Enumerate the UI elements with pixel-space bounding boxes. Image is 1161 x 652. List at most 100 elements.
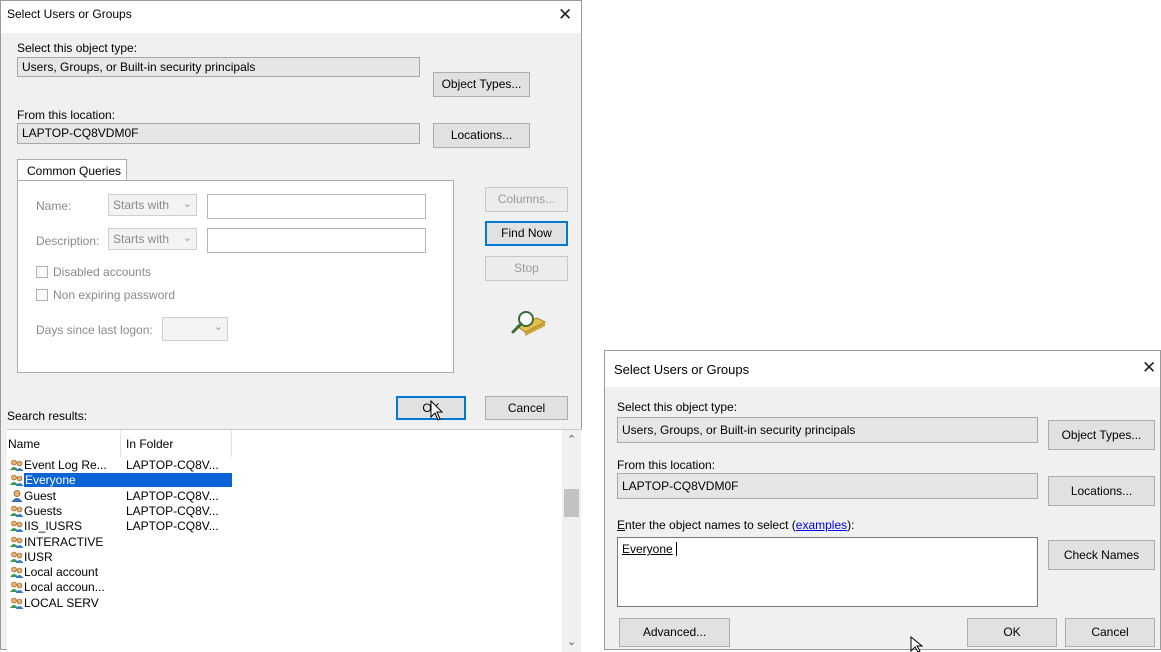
right-dialog-title: Select Users or Groups	[614, 362, 750, 377]
column-header-in-folder[interactable]: In Folder	[126, 437, 173, 451]
row-folder: LAPTOP-CQ8V...	[126, 503, 219, 518]
column-header-name[interactable]: Name	[8, 437, 40, 451]
find-now-button[interactable]: Find Now	[485, 221, 568, 246]
mouse-cursor-icon	[430, 400, 444, 421]
results-rows: Event Log Re... LAPTOP-CQ8V... Everyone Gue…	[7, 458, 563, 652]
tab-common-queries-label: Common Queries	[27, 164, 122, 178]
right-title-bar: Select Users or Groups ✕	[605, 351, 1160, 387]
location-field: LAPTOP-CQ8VDM0F	[17, 123, 420, 144]
cancel-button[interactable]: Cancel	[485, 396, 568, 420]
search-folder-icon	[511, 311, 547, 336]
text-caret	[676, 542, 677, 556]
group-icon	[10, 505, 24, 517]
right-cancel-button[interactable]: Cancel	[1065, 618, 1155, 647]
group-icon	[10, 459, 24, 471]
right-location-field: LAPTOP-CQ8VDM0F	[617, 473, 1038, 499]
tab-common-queries[interactable]: Common Queries	[17, 159, 127, 181]
group-icon	[10, 474, 24, 487]
row-name: Local accoun...	[24, 580, 105, 595]
row-name: INTERACTIVE	[24, 534, 104, 549]
scrollbar-thumb[interactable]	[564, 489, 579, 517]
object-type-label: Select this object type:	[17, 41, 138, 55]
left-title-bar: Select Users or Groups ✕	[1, 1, 581, 33]
object-names-value: Everyone	[622, 542, 673, 556]
close-icon[interactable]: ✕	[1142, 360, 1156, 377]
row-name: Guest	[24, 488, 57, 503]
enter-names-suffix: ):	[847, 518, 855, 532]
right-object-type-field: Users, Groups, or Built-in security prin…	[617, 417, 1038, 443]
left-dialog: Select Users or Groups ✕ Select this obj…	[0, 0, 582, 652]
row-name: Local account	[24, 565, 99, 580]
list-item[interactable]: Local accoun...	[7, 580, 563, 594]
list-item[interactable]: IUSR	[7, 550, 563, 564]
row-name: IIS_IUSRS	[24, 519, 83, 534]
list-item[interactable]: Guests LAPTOP-CQ8V...	[7, 504, 563, 518]
search-results-list[interactable]: Name In Folder Event Log Re... LAPTOP-CQ8…	[7, 429, 582, 652]
list-item[interactable]: INTERACTIVE	[7, 535, 563, 549]
group-icon	[10, 520, 24, 533]
right-object-type-label: Select this object type:	[617, 400, 738, 414]
list-item[interactable]: Event Log Re... LAPTOP-CQ8V...	[7, 458, 563, 472]
chevron-down-icon: ⌄	[213, 321, 223, 333]
right-ok-button[interactable]: OK	[967, 618, 1057, 647]
object-types-button[interactable]: Object Types...	[433, 72, 530, 97]
right-object-types-button[interactable]: Object Types...	[1048, 420, 1155, 450]
close-icon[interactable]: ✕	[558, 7, 572, 24]
chevron-down-icon: ⌄	[182, 198, 192, 210]
row-name: LOCAL SERV	[24, 595, 99, 610]
description-mode-select[interactable]: Starts with ⌄	[108, 228, 197, 250]
row-folder: LAPTOP-CQ8V...	[126, 458, 219, 472]
list-item[interactable]: Everyone	[7, 473, 563, 488]
non-expiring-password-label: Non expiring password	[53, 288, 176, 302]
check-names-button[interactable]: Check Names	[1048, 540, 1155, 570]
name-input[interactable]	[207, 194, 426, 219]
right-locations-button[interactable]: Locations...	[1048, 476, 1155, 506]
row-name: Event Log Re...	[24, 458, 107, 472]
row-name: IUSR	[24, 549, 53, 564]
user-icon	[11, 489, 23, 502]
scroll-down-arrow-icon[interactable]: ⌄	[567, 635, 576, 648]
search-results-label: Search results:	[7, 409, 88, 423]
locations-button[interactable]: Locations...	[433, 123, 530, 148]
object-names-input[interactable]: Everyone	[617, 537, 1038, 607]
list-item[interactable]: Guest LAPTOP-CQ8V...	[7, 489, 563, 503]
name-mode-select[interactable]: Starts with ⌄	[108, 194, 197, 216]
description-mode-value: Starts with	[113, 232, 170, 246]
name-label: Name:	[36, 199, 72, 213]
description-input[interactable]	[207, 228, 426, 253]
days-since-logon-label: Days since last logon:	[36, 323, 153, 337]
description-label: Description:	[36, 234, 100, 248]
list-item[interactable]: Local account	[7, 565, 563, 579]
group-icon	[10, 566, 24, 579]
location-label: From this location:	[17, 108, 116, 122]
non-expiring-password-checkbox[interactable]	[36, 289, 48, 301]
column-divider[interactable]	[231, 430, 232, 457]
left-dialog-title: Select Users or Groups	[7, 7, 132, 21]
columns-button[interactable]: Columns...	[485, 187, 568, 212]
disabled-accounts-label: Disabled accounts	[53, 265, 152, 279]
object-type-field: Users, Groups, or Built-in security prin…	[17, 57, 420, 77]
stop-button[interactable]: Stop	[485, 256, 568, 281]
enter-names-label: Enter the object names to select (exampl…	[617, 518, 854, 532]
examples-link[interactable]: examples	[796, 518, 847, 532]
group-icon	[10, 582, 24, 594]
chevron-down-icon: ⌄	[182, 232, 192, 244]
column-divider[interactable]	[120, 430, 121, 457]
scroll-up-arrow-icon[interactable]: ⌃	[567, 433, 576, 446]
results-scrollbar[interactable]: ⌃ ⌄	[562, 430, 581, 652]
row-folder: LAPTOP-CQ8V...	[126, 488, 219, 503]
right-location-label: From this location:	[617, 458, 716, 472]
list-item[interactable]: LOCAL SERV	[7, 596, 563, 610]
group-icon	[10, 536, 24, 548]
enter-names-text: nter the object names to select (	[625, 518, 796, 532]
advanced-button[interactable]: Advanced...	[619, 618, 730, 647]
right-dialog: Select Users or Groups ✕ Select this obj…	[604, 350, 1161, 652]
row-name: Guests	[24, 503, 63, 518]
group-icon	[10, 551, 24, 563]
disabled-accounts-checkbox[interactable]	[36, 266, 48, 278]
list-item[interactable]: IIS_IUSRS LAPTOP-CQ8V...	[7, 519, 563, 533]
name-mode-value: Starts with	[113, 198, 170, 212]
row-folder: LAPTOP-CQ8V...	[126, 519, 219, 534]
days-since-logon-select[interactable]: ⌄	[162, 317, 228, 341]
row-name: Everyone	[24, 473, 232, 488]
